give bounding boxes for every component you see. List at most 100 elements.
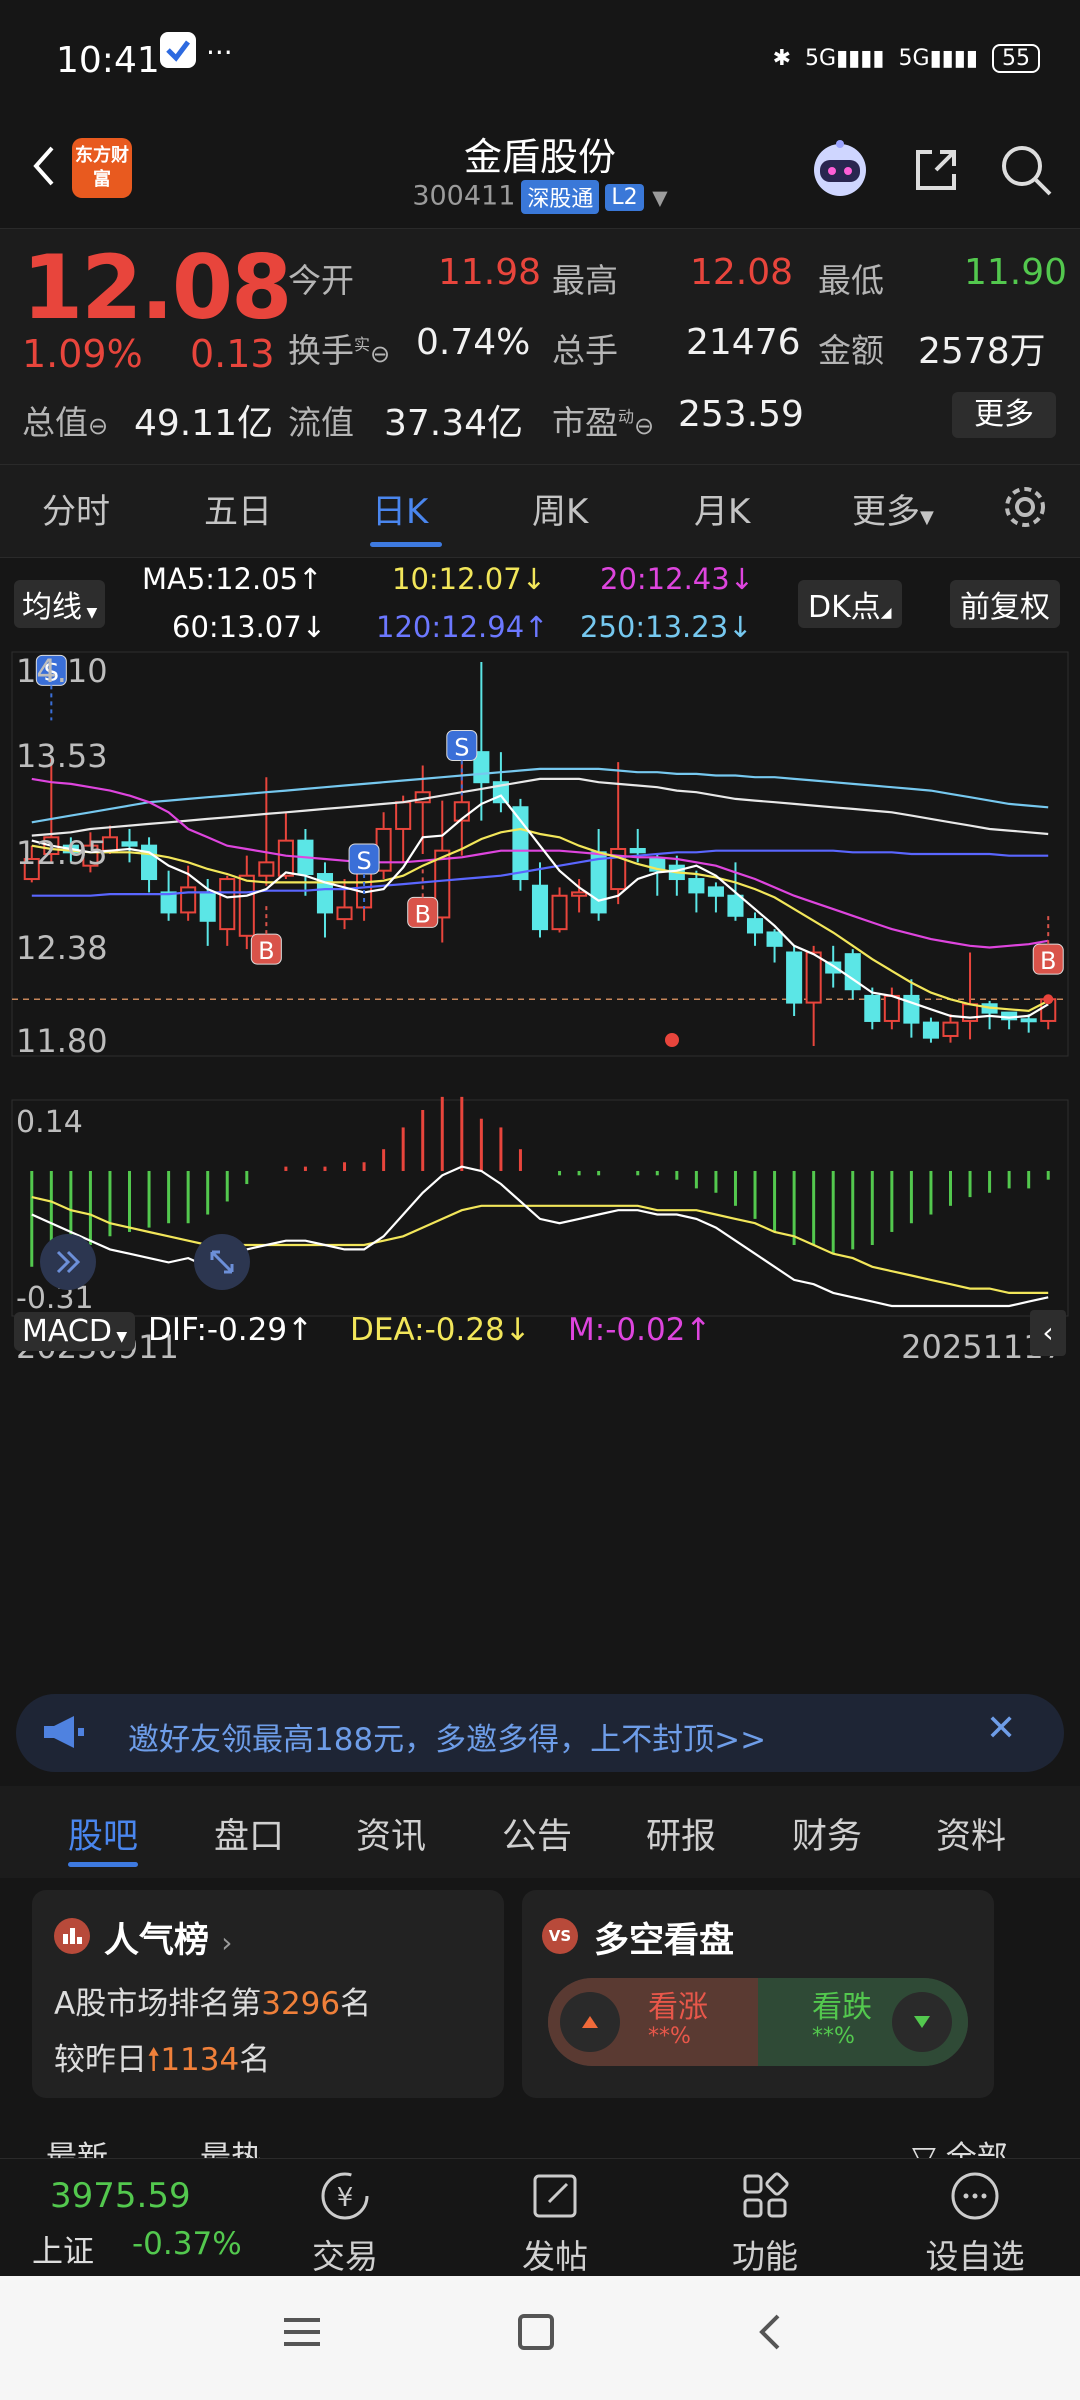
share-icon[interactable]: [906, 140, 966, 200]
candle-body: [883, 994, 900, 1022]
tag-connect: 深股通: [521, 180, 600, 214]
tab-five-day[interactable]: 五日: [204, 484, 272, 533]
svg-text:S: S: [454, 733, 469, 761]
candle-body: [199, 891, 216, 922]
y-tick-label: 12.38: [16, 929, 108, 967]
home-icon[interactable]: [514, 2310, 558, 2358]
nav-add-watchlist[interactable]: 设自选: [910, 2168, 1040, 2278]
mcap-value: 49.11亿: [134, 403, 274, 444]
tab-weekly-k[interactable]: 周K: [532, 484, 588, 533]
high-value: 12.08: [690, 252, 794, 293]
collapse-panel-icon[interactable]: ‹: [1030, 1310, 1066, 1356]
signal-icon-1: 5G▮▮▮▮: [805, 46, 885, 71]
vote-up-button[interactable]: [560, 1992, 620, 2052]
search-icon[interactable]: [996, 140, 1056, 200]
vote-up-label[interactable]: 看涨: [648, 1982, 708, 2026]
turnover-value: 0.74%: [416, 322, 531, 363]
fullscreen-button[interactable]: [194, 1234, 250, 1290]
quote-more-button[interactable]: 更多: [952, 392, 1056, 438]
y-tick-label: 14.10: [16, 652, 108, 690]
assistant-robot-icon[interactable]: [808, 136, 872, 200]
macd-top-label: 0.14: [16, 1105, 83, 1140]
status-time: 10:41: [56, 40, 160, 81]
tab-news[interactable]: 资讯: [356, 1808, 426, 1859]
tab-finance[interactable]: 财务: [792, 1808, 862, 1859]
tab-daily-k[interactable]: 日K: [372, 484, 428, 533]
open-value: 11.98: [438, 252, 542, 293]
bluetooth-icon: ✱: [772, 46, 792, 71]
back-nav-icon[interactable]: [750, 2310, 794, 2358]
nav-trade[interactable]: ¥ 交易: [280, 2168, 410, 2278]
low-value: 11.90: [964, 252, 1068, 293]
rank-change-line: 较昨日🠕1134名: [54, 2042, 271, 2078]
svg-text:B: B: [414, 900, 430, 928]
info-icon: ⊖: [370, 340, 391, 368]
tab-research[interactable]: 研报: [646, 1808, 716, 1859]
candle-body: [395, 801, 412, 830]
candle-body: [688, 878, 705, 894]
chevron-down-icon: ▼: [652, 185, 668, 210]
y-tick-label: 11.80: [16, 1022, 108, 1060]
chevron-right-icon: ›: [221, 1926, 233, 1959]
svg-text:S: S: [356, 847, 371, 875]
active-tab-indicator: [370, 542, 442, 547]
close-banner-icon[interactable]: ✕: [986, 1708, 1016, 1749]
buy-marker: B: [250, 904, 282, 965]
caret-down-icon: ▼: [920, 507, 934, 528]
candle-body: [707, 886, 724, 897]
candle-body: [590, 851, 607, 914]
candle-body: [746, 918, 764, 934]
popularity-title: 人气榜 ›: [104, 1921, 233, 1961]
candle-body: [238, 874, 255, 937]
tab-orderbook[interactable]: 盘口: [214, 1808, 284, 1859]
index-change[interactable]: -0.37%: [132, 2226, 242, 2262]
svg-text:B: B: [258, 937, 274, 965]
mcap-label: 总值⊖: [22, 403, 109, 442]
high-label: 最高: [552, 261, 618, 300]
float-value: 37.34亿: [384, 403, 524, 444]
info-icon: ⊖: [634, 412, 655, 440]
vote-up-pct: **%: [648, 2024, 691, 2049]
turnover-label: 换手实⊖: [288, 331, 391, 370]
nav-functions[interactable]: 功能: [700, 2168, 830, 2278]
settings-gear-icon[interactable]: [1000, 482, 1050, 536]
dea-line: [31, 1196, 1049, 1294]
vote-down-button[interactable]: [892, 1992, 952, 2052]
candle-body: [258, 861, 275, 877]
triangle-down-icon: [914, 2016, 930, 2028]
macd-m: M:-0.02↑: [568, 1312, 712, 1348]
menu-icon[interactable]: [280, 2310, 324, 2358]
kline-chart[interactable]: SBSBSB 14.1013.5312.9512.3811.800.14-0.3…: [0, 570, 1080, 1660]
svg-text:B: B: [1040, 947, 1056, 975]
macd-dea: DEA:-0.28↓: [350, 1312, 531, 1348]
candle-body: [571, 891, 588, 897]
index-value[interactable]: 3975.59: [50, 2176, 191, 2216]
tab-profile[interactable]: 资料: [936, 1808, 1006, 1859]
tag-level: L2: [605, 183, 644, 211]
y-tick-label: 12.95: [16, 834, 108, 872]
candle-body: [336, 906, 353, 921]
candle-body: [766, 931, 783, 947]
expand-left-button[interactable]: [40, 1234, 96, 1290]
tab-forum[interactable]: 股吧: [68, 1808, 138, 1859]
tab-intraday[interactable]: 分时: [42, 484, 110, 533]
caret-down-icon: ▼: [111, 1329, 128, 1345]
candle-body: [727, 894, 744, 917]
tab-more[interactable]: 更多▼: [852, 484, 934, 533]
app-notification-icon: [160, 32, 196, 68]
change-percent: 1.09%: [22, 332, 143, 376]
index-name[interactable]: 上证: [32, 2226, 94, 2271]
stock-code: 300411: [412, 180, 516, 212]
candle-body: [864, 994, 881, 1022]
vote-down-label[interactable]: 看跌: [812, 1982, 872, 2026]
nav-post[interactable]: 发帖: [490, 2168, 620, 2278]
sell-marker: S: [446, 729, 478, 796]
low-label: 最低: [818, 261, 884, 300]
status-icons: ✱ 5G▮▮▮▮ 5G▮▮▮▮ 55: [773, 44, 1040, 73]
candle-body: [551, 894, 568, 931]
macd-selector[interactable]: MACD ▼: [14, 1312, 136, 1351]
info-icon: ⊖: [88, 412, 109, 440]
tab-announcements[interactable]: 公告: [502, 1808, 572, 1859]
tab-monthly-k[interactable]: 月K: [694, 484, 750, 533]
open-label: 今开: [288, 261, 354, 300]
